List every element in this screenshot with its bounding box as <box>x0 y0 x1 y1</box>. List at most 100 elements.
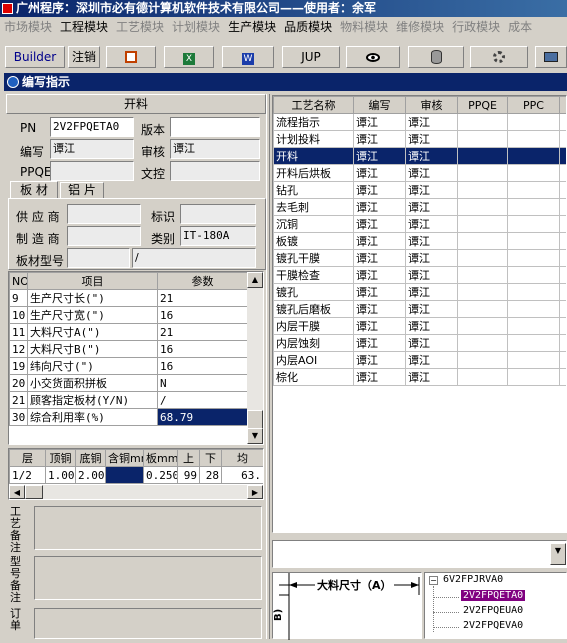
process-row[interactable]: 镀孔 谭江 谭江 <box>273 283 566 301</box>
process-empty-cell[interactable] <box>559 317 566 335</box>
process-empty-cell[interactable] <box>559 130 566 148</box>
process-empty-cell[interactable] <box>457 232 508 250</box>
layer-cell[interactable]: 2.00 <box>75 466 106 484</box>
menu-item-9[interactable]: 成本 <box>504 17 536 35</box>
process-reviewer[interactable]: 谭江 <box>405 334 458 352</box>
params-row[interactable]: 12 大料尺寸B(") 16 <box>9 340 248 358</box>
tree-node[interactable]: 2V2FPQEVA0 <box>461 620 525 631</box>
process-reviewer[interactable]: 谭江 <box>405 232 458 250</box>
settings-button[interactable] <box>470 46 528 68</box>
process-empty-cell[interactable] <box>559 198 566 216</box>
process-author[interactable]: 谭江 <box>353 113 406 131</box>
layers-header[interactable]: 均 <box>221 449 263 467</box>
menu-item-5[interactable]: 品质模块 <box>280 17 336 35</box>
process-author[interactable]: 谭江 <box>353 283 406 301</box>
mark-field[interactable] <box>180 204 256 224</box>
process-empty-cell[interactable] <box>507 113 560 131</box>
process-empty-cell[interactable] <box>507 181 560 199</box>
param-value[interactable]: 16 <box>157 357 248 375</box>
process-reviewer[interactable]: 谭江 <box>405 351 458 369</box>
layers-header[interactable]: 含铜mm <box>105 449 144 467</box>
maker-field[interactable] <box>67 226 141 246</box>
params-row[interactable]: 19 纬向尺寸(") 16 <box>9 357 248 375</box>
process-empty-cell[interactable] <box>559 232 566 250</box>
params-scrollbar[interactable]: ▲ ▼ <box>247 272 263 444</box>
version-field[interactable] <box>170 117 260 137</box>
process-reviewer[interactable]: 谭江 <box>405 266 458 284</box>
param-value[interactable]: 21 <box>157 289 248 307</box>
process-reviewer[interactable]: 谭江 <box>405 164 458 182</box>
category-field[interactable]: IT-180A <box>180 226 256 246</box>
process-search-field[interactable]: ▼ <box>272 540 567 568</box>
param-value[interactable]: 16 <box>157 340 248 358</box>
layer-cell[interactable]: 0.250 <box>143 466 178 484</box>
process-empty-cell[interactable] <box>559 368 566 386</box>
process-empty-cell[interactable] <box>507 147 560 165</box>
layers-header[interactable]: 顶铜 <box>45 449 76 467</box>
process-reviewer[interactable]: 谭江 <box>405 113 458 131</box>
process-row[interactable]: 棕化 谭江 谭江 <box>273 368 566 386</box>
board-model-suffix[interactable]: / <box>132 248 256 268</box>
database-button[interactable] <box>408 46 464 68</box>
process-empty-cell[interactable] <box>457 351 508 369</box>
process-reviewer[interactable]: 谭江 <box>405 249 458 267</box>
process-author[interactable]: 谭江 <box>353 232 406 250</box>
tree-node[interactable]: 2V2FPQEUA0 <box>461 605 525 616</box>
process-row[interactable]: 钻孔 谭江 谭江 <box>273 181 566 199</box>
process-empty-cell[interactable] <box>559 351 566 369</box>
process-empty-cell[interactable] <box>457 249 508 267</box>
process-empty-cell[interactable] <box>457 266 508 284</box>
param-value[interactable]: N <box>157 374 248 392</box>
scroll-right-icon[interactable]: ▶ <box>247 485 263 499</box>
process-empty-cell[interactable] <box>559 266 566 284</box>
layers-header[interactable]: 层 <box>9 449 46 467</box>
process-empty-cell[interactable] <box>507 215 560 233</box>
process-header[interactable]: 工艺名称 <box>273 96 354 114</box>
process-author[interactable]: 谭江 <box>353 317 406 335</box>
process-row[interactable]: 镀孔后磨板 谭江 谭江 <box>273 300 566 318</box>
layers-row[interactable]: 1/2 1.00 2.00 0.250 99 28 63. <box>9 466 263 484</box>
tree-collapse-icon[interactable]: − <box>429 576 438 585</box>
process-author[interactable]: 谭江 <box>353 147 406 165</box>
ppqe-field[interactable] <box>50 161 134 181</box>
process-list-grid[interactable]: 工艺名称 编写 审核 PPQE PPC 流程指示 谭江 谭江 计划投料 谭江 谭江 开料 谭江 谭江 开料… <box>272 95 567 533</box>
layers-header[interactable]: 上 <box>177 449 200 467</box>
params-grid[interactable]: NO 项目 参数 9 生产尺寸长(") 21 10 生产尺寸宽(") 16 11 大料尺寸A(… <box>8 271 264 445</box>
param-value[interactable]: / <box>157 391 248 409</box>
process-name[interactable]: 板镀 <box>273 232 354 250</box>
process-reviewer[interactable]: 谭江 <box>405 283 458 301</box>
process-empty-cell[interactable] <box>559 215 566 233</box>
menu-item-8[interactable]: 行政模块 <box>448 17 504 35</box>
process-empty-cell[interactable] <box>457 113 508 131</box>
process-empty-cell[interactable] <box>559 181 566 199</box>
layers-grid[interactable]: 层顶铜底铜含铜mm板mm上下均 1/21.002.000.250992863. … <box>8 448 264 500</box>
process-empty-cell[interactable] <box>507 300 560 318</box>
process-author[interactable]: 谭江 <box>353 130 406 148</box>
process-row[interactable]: 流程指示 谭江 谭江 <box>273 113 566 131</box>
scroll-up-icon[interactable]: ▲ <box>247 272 263 288</box>
author-field[interactable]: 谭江 <box>50 139 134 159</box>
logout-button[interactable]: 注销 <box>68 46 100 68</box>
process-empty-cell[interactable] <box>559 164 566 182</box>
process-empty-cell[interactable] <box>559 147 566 165</box>
scroll-left-icon[interactable]: ◀ <box>9 485 25 499</box>
process-row[interactable]: 计划投料 谭江 谭江 <box>273 130 566 148</box>
process-empty-cell[interactable] <box>507 232 560 250</box>
layer-cell[interactable] <box>105 466 144 484</box>
process-row[interactable]: 沉铜 谭江 谭江 <box>273 215 566 233</box>
process-author[interactable]: 谭江 <box>353 266 406 284</box>
process-row[interactable]: 板镀 谭江 谭江 <box>273 232 566 250</box>
preview-button[interactable] <box>346 46 400 68</box>
process-name[interactable]: 沉铜 <box>273 215 354 233</box>
layer-cell[interactable]: 1/2 <box>9 466 46 484</box>
process-name[interactable]: 开料 <box>273 147 354 165</box>
process-name[interactable]: 镀孔干膜 <box>273 249 354 267</box>
process-name[interactable]: 计划投料 <box>273 130 354 148</box>
scroll-down-icon[interactable]: ▼ <box>247 428 263 444</box>
process-row[interactable]: 干膜检查 谭江 谭江 <box>273 266 566 284</box>
params-row[interactable]: 20 小交货面积拼板 N <box>9 374 248 392</box>
process-empty-cell[interactable] <box>559 113 566 131</box>
process-header[interactable]: PPC <box>507 96 560 114</box>
process-header[interactable]: 编写 <box>353 96 406 114</box>
param-value[interactable]: 21 <box>157 323 248 341</box>
